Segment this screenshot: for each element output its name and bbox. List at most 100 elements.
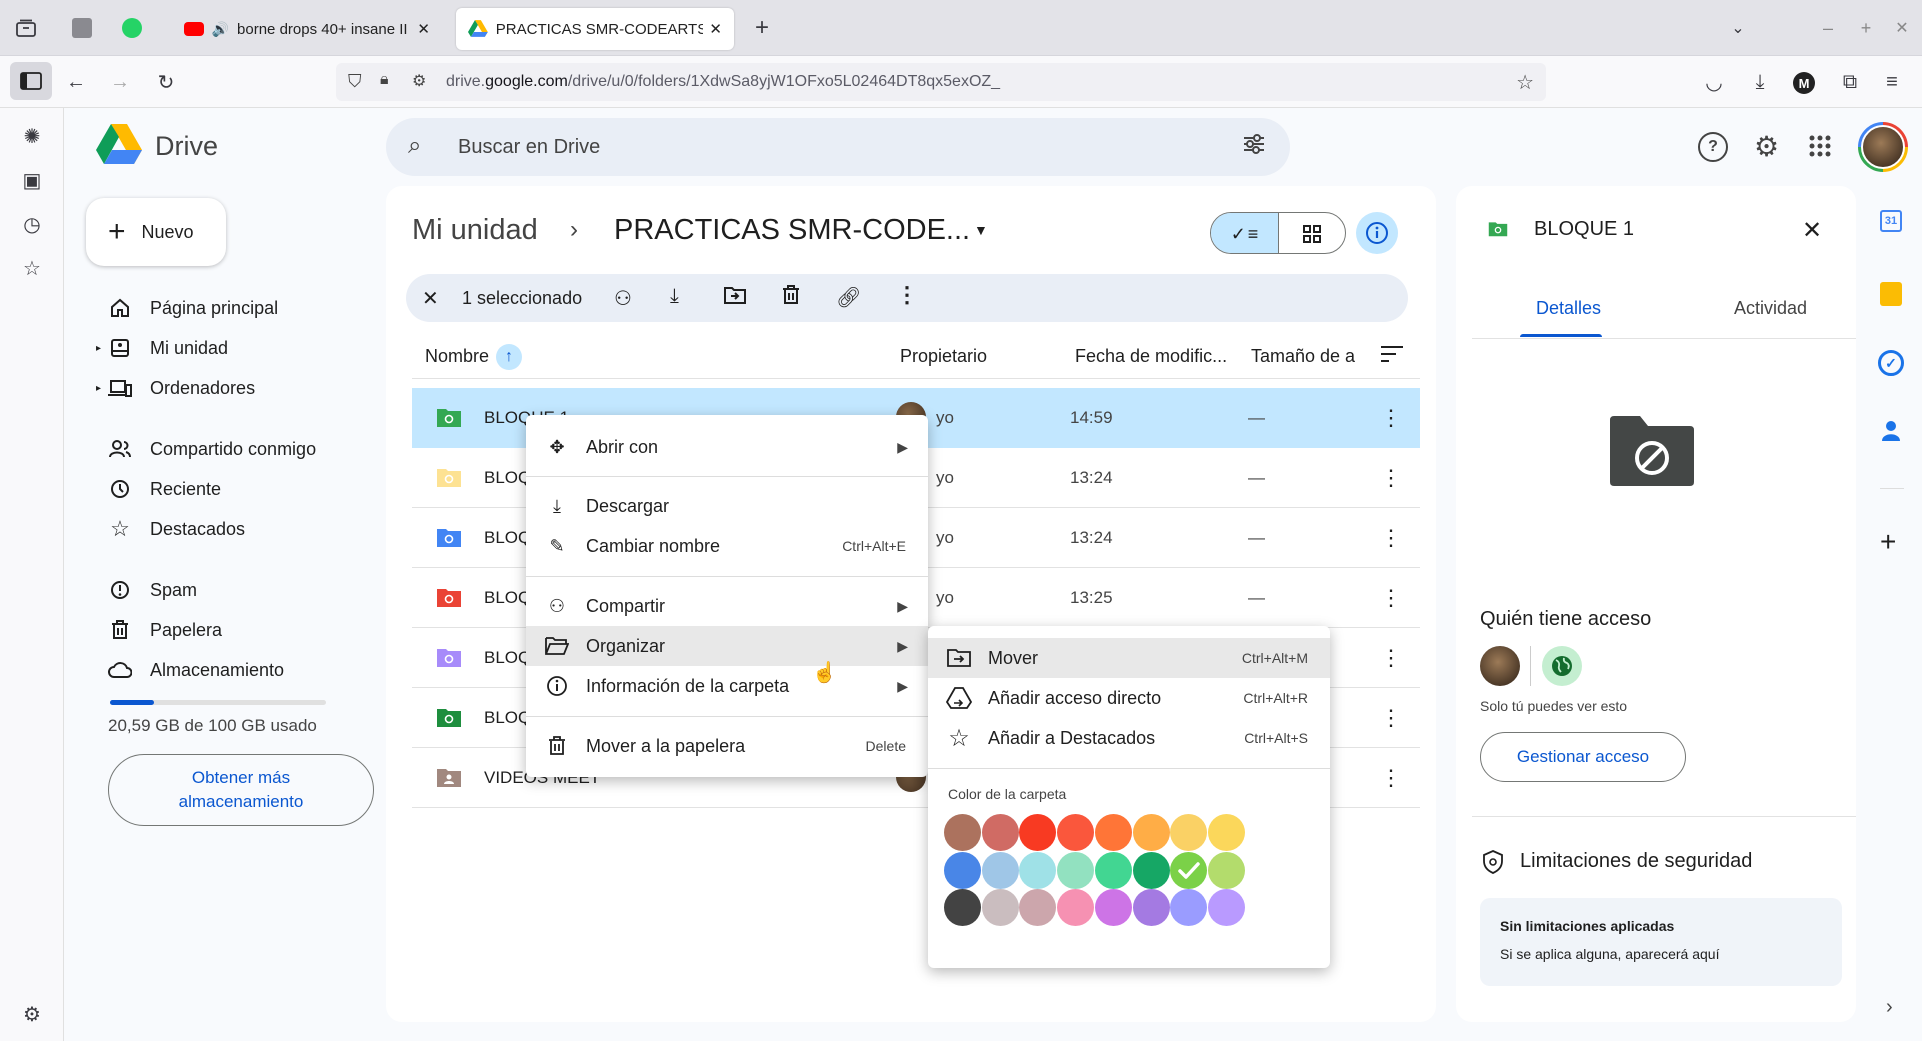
close-window-icon[interactable]: ✕ bbox=[1888, 14, 1916, 42]
nav-trash[interactable]: Papelera bbox=[108, 612, 222, 648]
folder-color-swatch[interactable] bbox=[1019, 889, 1057, 926]
expand-arrow-icon[interactable]: ▸ bbox=[96, 343, 101, 354]
folder-color-swatch[interactable] bbox=[1207, 814, 1245, 851]
whatsapp-icon[interactable] bbox=[122, 18, 142, 38]
extensions-icon[interactable]: ⧉ bbox=[1836, 68, 1864, 96]
folder-color-swatch[interactable] bbox=[944, 851, 981, 889]
more-icon[interactable]: ⋮ bbox=[1377, 404, 1405, 432]
folder-color-swatch[interactable] bbox=[1170, 814, 1208, 851]
grid-view-button[interactable] bbox=[1278, 213, 1345, 253]
search-options-icon[interactable] bbox=[1242, 132, 1266, 156]
more-icon[interactable]: ⋮ bbox=[1377, 764, 1405, 792]
folder-color-swatch[interactable] bbox=[1094, 851, 1132, 889]
download-icon[interactable]: ⤓ bbox=[670, 285, 679, 308]
folder-color-swatch[interactable] bbox=[1019, 851, 1057, 889]
column-name[interactable]: Nombre bbox=[425, 346, 489, 367]
menu-item-organize[interactable]: Organizar ▶ bbox=[526, 626, 928, 666]
close-icon[interactable]: ✕ bbox=[1802, 216, 1822, 245]
tab-youtube[interactable]: 🔊 borne drops 40+ insane II ✕ bbox=[172, 8, 442, 50]
menu-item-add-starred[interactable]: ☆ Añadir a Destacados Ctrl+Alt+S bbox=[928, 718, 1330, 758]
new-button[interactable]: + Nuevo bbox=[86, 198, 226, 266]
folder-color-swatch[interactable] bbox=[1094, 889, 1132, 926]
nav-my-drive[interactable]: ▸ Mi unidad bbox=[96, 330, 228, 366]
url-bar[interactable]: ⛉ 🔒︎ ⚙︎ drive.google.com/drive/u/0/folde… bbox=[336, 63, 1546, 101]
nav-shared[interactable]: Compartido conmigo bbox=[108, 431, 316, 467]
share-person-icon[interactable]: ⚇ bbox=[614, 286, 632, 311]
folder-color-swatch[interactable] bbox=[1019, 814, 1057, 851]
search-icon[interactable]: ⌕ bbox=[408, 132, 421, 160]
pinned-tab-icon[interactable] bbox=[72, 18, 92, 38]
bookmarks-icon[interactable]: ☆ bbox=[18, 254, 46, 282]
drive-logo[interactable] bbox=[96, 124, 142, 164]
folder-color-swatch[interactable] bbox=[1132, 814, 1170, 851]
add-addon-icon[interactable]: + bbox=[1880, 526, 1896, 558]
nav-computers[interactable]: ▸ Ordenadores bbox=[96, 370, 255, 406]
nav-home[interactable]: Página principal bbox=[108, 290, 278, 326]
apps-grid-icon[interactable] bbox=[1808, 134, 1832, 158]
move-to-folder-icon[interactable] bbox=[724, 286, 746, 304]
menu-item-download[interactable]: ⤓ Descargar bbox=[526, 486, 928, 526]
chevron-down-icon[interactable]: ⌄ bbox=[1724, 14, 1752, 42]
details-button[interactable] bbox=[1356, 212, 1398, 254]
breadcrumb-dropdown-icon[interactable]: ▼ bbox=[974, 222, 988, 238]
menu-item-trash[interactable]: Mover a la papelera Delete bbox=[526, 726, 928, 766]
nav-recent[interactable]: Reciente bbox=[108, 471, 221, 507]
tab-list-icon[interactable] bbox=[12, 14, 40, 42]
tab-activity[interactable]: Actividad bbox=[1734, 298, 1807, 319]
more-actions-icon[interactable]: ⋮ bbox=[896, 282, 918, 308]
folder-color-swatch[interactable] bbox=[944, 814, 981, 851]
get-more-storage-button[interactable]: Obtener más almacenamiento bbox=[108, 754, 374, 826]
tasks-icon[interactable]: ✓ bbox=[1878, 350, 1904, 376]
folder-color-swatch[interactable] bbox=[944, 889, 981, 926]
folder-color-swatch[interactable] bbox=[1132, 851, 1170, 889]
folder-color-swatch[interactable] bbox=[1132, 889, 1170, 926]
menu-icon[interactable]: ≡ bbox=[1878, 68, 1906, 96]
back-icon[interactable]: ← bbox=[62, 68, 90, 96]
folder-color-swatch[interactable] bbox=[1057, 814, 1095, 851]
reload-icon[interactable]: ↻ bbox=[152, 68, 180, 96]
menu-item-move[interactable]: Mover Ctrl+Alt+M bbox=[928, 638, 1330, 678]
folder-color-swatch[interactable] bbox=[1170, 889, 1208, 926]
tab-drive[interactable]: PRACTICAS SMR-CODEARTS - ( ✕ bbox=[456, 8, 734, 50]
menu-item-share[interactable]: ⚇ Compartir ▶ bbox=[526, 586, 928, 626]
new-tab-icon[interactable]: + bbox=[748, 14, 776, 42]
folder-color-swatch[interactable] bbox=[1057, 851, 1095, 889]
minimize-icon[interactable]: – bbox=[1814, 14, 1842, 42]
shield-icon[interactable]: ⛉ bbox=[348, 71, 362, 92]
nav-spam[interactable]: Spam bbox=[108, 572, 197, 608]
settings-icon[interactable]: ⚙ bbox=[18, 1000, 46, 1028]
column-modified[interactable]: Fecha de modific... bbox=[1075, 346, 1227, 367]
more-icon[interactable]: ⋮ bbox=[1377, 644, 1405, 672]
expand-arrow-icon[interactable]: ▸ bbox=[96, 383, 101, 394]
breadcrumb-root[interactable]: Mi unidad bbox=[412, 214, 538, 247]
lock-icon[interactable]: 🔒︎ bbox=[380, 71, 389, 89]
nav-starred[interactable]: ☆ Destacados bbox=[108, 511, 245, 547]
tab-details[interactable]: Detalles bbox=[1536, 298, 1601, 319]
help-icon[interactable]: ? bbox=[1698, 132, 1728, 162]
speaker-icon[interactable]: 🔊 bbox=[212, 21, 229, 38]
link-icon[interactable]: 🔗︎ bbox=[836, 285, 861, 310]
more-icon[interactable]: ⋮ bbox=[1377, 704, 1405, 732]
folder-color-swatch[interactable] bbox=[981, 851, 1019, 889]
ai-chat-icon[interactable]: ✺ bbox=[18, 122, 46, 150]
breadcrumb-current[interactable]: PRACTICAS SMR-CODE... bbox=[614, 214, 970, 247]
folder-color-swatch[interactable] bbox=[1207, 889, 1245, 926]
more-icon[interactable]: ⋮ bbox=[1377, 524, 1405, 552]
sort-options-icon[interactable] bbox=[1380, 344, 1404, 364]
menu-item-rename[interactable]: ✎ Cambiar nombre Ctrl+Alt+E bbox=[526, 526, 928, 566]
menu-item-open-with[interactable]: ✥ Abrir con ▶ bbox=[526, 427, 928, 467]
sidebar-toggle-button[interactable] bbox=[10, 62, 52, 100]
globe-icon[interactable] bbox=[1542, 646, 1582, 686]
history-icon[interactable]: ◷ bbox=[18, 210, 46, 238]
menu-item-add-shortcut[interactable]: Añadir acceso directo Ctrl+Alt+R bbox=[928, 678, 1330, 718]
user-avatar[interactable] bbox=[1858, 122, 1908, 172]
keep-icon[interactable] bbox=[1880, 282, 1902, 306]
column-size[interactable]: Tamaño de a bbox=[1251, 346, 1355, 367]
list-view-button[interactable]: ✓ ≡ bbox=[1211, 213, 1278, 253]
synced-tabs-icon[interactable]: ▣ bbox=[18, 166, 46, 194]
more-icon[interactable]: ⋮ bbox=[1377, 464, 1405, 492]
maximize-icon[interactable]: + bbox=[1852, 14, 1880, 42]
manage-access-button[interactable]: Gestionar acceso bbox=[1480, 732, 1686, 782]
search-bar[interactable]: ⌕ Buscar en Drive bbox=[386, 118, 1290, 176]
folder-color-swatch[interactable] bbox=[1094, 814, 1132, 851]
